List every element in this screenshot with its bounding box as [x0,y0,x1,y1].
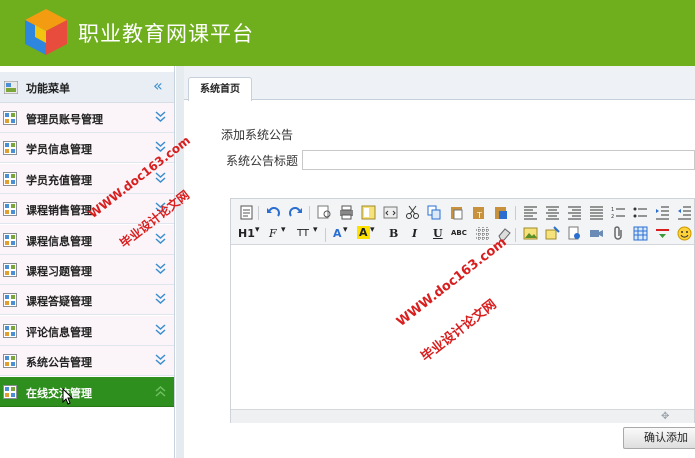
module-icon [3,293,17,308]
heading-dropdown[interactable]: H1 [238,227,255,240]
undo-icon[interactable] [266,205,281,220]
module-icon [3,171,17,186]
strikethrough-button[interactable]: ABC [451,229,467,237]
font-size-dropdown[interactable]: TT [297,228,309,239]
sidebar-item-label: 课程答疑管理 [26,295,92,309]
image-icon[interactable] [523,226,538,241]
chevron-up-icon[interactable] [155,385,166,397]
table-icon[interactable] [633,226,648,241]
insert-row-icon[interactable] [655,226,670,241]
sidebar-item[interactable]: 管理员账号管理 [0,103,174,133]
sidebar-header-label: 功能菜单 [26,82,70,95]
font-family-dropdown[interactable]: F [269,227,277,240]
align-center-icon[interactable] [545,205,560,220]
video-icon[interactable] [589,226,604,241]
sidebar-item[interactable]: 学员信息管理 [0,133,174,164]
emoji-icon[interactable] [677,226,692,241]
sidebar-item-label: 评论信息管理 [26,325,92,339]
screen: 职业教育网课平台 功能菜单 « 管理员账号管理 学员信息管理 学员充值管理 课程销售管… [0,0,695,458]
outdent-icon[interactable] [677,205,692,220]
confirm-add-button[interactable]: 确认添加 [623,427,695,449]
sidebar-item-label: 系统公告管理 [26,356,92,370]
module-icon [3,202,17,217]
cut-icon[interactable] [405,205,420,220]
editor-footer: ✥ [231,409,694,423]
sidebar-header: 功能菜单 « [0,72,174,103]
indent-icon[interactable] [655,205,670,220]
tab-home[interactable]: 系统首页 [188,77,252,101]
chevron-down-icon[interactable] [155,233,166,245]
template-icon[interactable] [361,205,376,220]
align-left-icon[interactable] [523,205,538,220]
preview-icon[interactable] [317,205,332,220]
chevron-down-icon[interactable] [155,263,166,275]
svg-text:T: T [476,211,482,220]
table-grid-icon[interactable] [475,226,490,241]
menu-icon [4,81,18,94]
app-logo-icon [25,9,67,55]
module-icon [3,111,17,125]
form-title: 添加系统公告 [221,128,294,142]
underline-button[interactable]: U [433,227,443,240]
highlight-button[interactable]: A [357,226,370,239]
rich-text-editor: T 12 H1 ▾ F ▾ TT ▾ A ▾ A ▾ B I U ABC ✥ [230,198,695,423]
print-icon[interactable] [339,205,354,220]
module-icon [3,263,17,277]
sidebar-item-label: 在线交流管理 [26,386,92,400]
italic-button[interactable]: I [412,227,417,240]
resize-handle-icon[interactable]: ✥ [661,411,669,422]
module-icon [3,232,17,247]
redo-icon[interactable] [288,205,303,220]
chevron-down-icon[interactable] [155,111,166,123]
align-justify-icon[interactable] [589,205,604,220]
chevron-down-icon[interactable] [155,293,166,305]
code-icon[interactable] [383,205,398,220]
sidebar-item-label: 课程习题管理 [26,265,92,278]
sidebar-item[interactable]: 课程答疑管理 [0,285,174,316]
svg-text:2: 2 [611,214,614,220]
paste-word-icon[interactable] [493,205,508,220]
chevron-down-icon[interactable] [155,172,166,184]
sidebar-item-label: 学员充值管理 [26,173,92,187]
paste-icon[interactable] [449,205,464,220]
chevron-down-icon[interactable] [155,354,166,366]
title-field-label: 系统公告标题 [226,154,299,168]
double-chevron-left-icon[interactable]: « [153,76,163,95]
link-icon[interactable] [567,226,582,241]
app-header: 职业教育网课平台 [0,0,695,66]
chevron-down-icon[interactable] [155,324,166,336]
source-code-icon[interactable] [239,205,254,220]
unordered-list-icon[interactable] [633,205,648,220]
ordered-list-icon[interactable]: 12 [611,205,626,220]
sidebar-item-label: 课程销售管理 [26,204,92,218]
module-icon [3,141,17,156]
mouse-cursor-icon [62,388,74,405]
attachment-icon[interactable] [611,226,626,241]
title-input[interactable] [302,150,695,170]
sidebar-item[interactable]: 系统公告管理 [0,346,174,377]
bold-button[interactable]: B [389,227,398,240]
sidebar-item[interactable]: 课程习题管理 [0,255,174,285]
sidebar-item-label: 管理员账号管理 [26,113,103,126]
sidebar-item-label: 学员信息管理 [26,143,92,157]
editor-toolbar: T 12 H1 ▾ F ▾ TT ▾ A ▾ A ▾ B I U ABC [231,199,694,245]
sidebar: 功能菜单 « 管理员账号管理 学员信息管理 学员充值管理 课程销售管理 课程信息管理 课程… [0,66,175,458]
app-title: 职业教育网课平台 [78,22,254,46]
sidebar-item-label: 课程信息管理 [26,234,92,248]
splitter[interactable] [176,66,184,458]
font-color-button[interactable]: A [333,227,342,240]
svg-text:1: 1 [611,207,614,213]
copy-icon[interactable] [427,205,442,220]
sidebar-item[interactable]: 在线交流管理 [0,376,174,407]
paste-text-icon[interactable]: T [471,205,486,220]
module-icon [3,384,17,399]
sidebar-item[interactable]: 评论信息管理 [0,315,174,346]
tab-bar [184,66,695,100]
module-icon [3,354,17,369]
align-right-icon[interactable] [567,205,582,220]
module-icon [3,323,17,338]
multi-image-icon[interactable] [545,226,560,241]
